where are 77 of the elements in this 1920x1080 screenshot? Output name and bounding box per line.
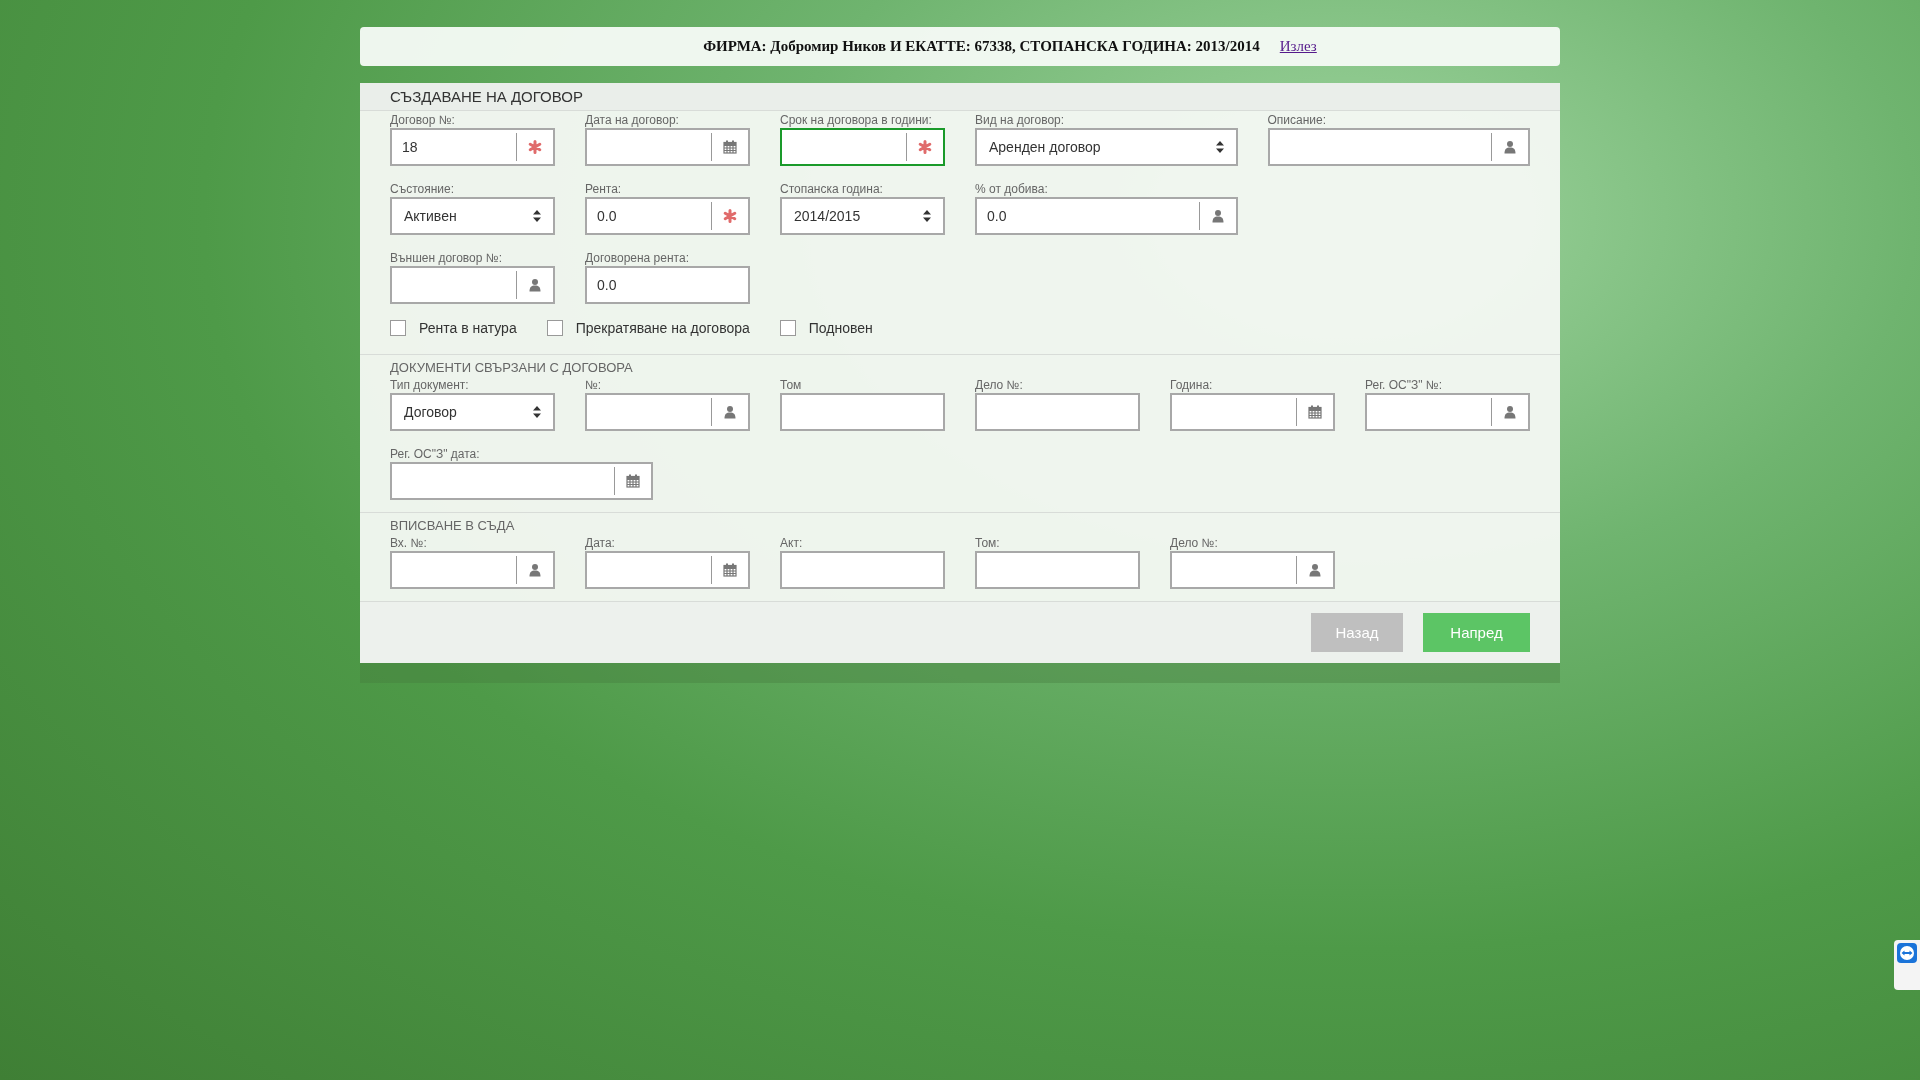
field-label: % от добива: bbox=[975, 182, 1049, 197]
calendar-icon bbox=[723, 563, 737, 577]
dropdown[interactable]: Договор bbox=[390, 393, 555, 431]
logout-link[interactable]: Излез bbox=[1279, 38, 1317, 55]
asterisk-icon bbox=[723, 209, 737, 223]
field-label: Договор №: bbox=[390, 113, 456, 128]
field-label: Вид на договор: bbox=[975, 113, 1066, 128]
calendar-icon bbox=[625, 474, 640, 488]
field-label: Вх. №: bbox=[390, 536, 428, 551]
checkbox[interactable] bbox=[546, 320, 563, 336]
field-label: Дело №: bbox=[1170, 536, 1219, 551]
user-icon bbox=[1503, 140, 1517, 154]
asterisk-icon bbox=[528, 140, 542, 154]
input-field[interactable] bbox=[390, 266, 555, 304]
dropdown[interactable]: Активен bbox=[390, 197, 555, 235]
user-icon bbox=[528, 563, 542, 577]
input-field[interactable] bbox=[1170, 393, 1335, 431]
field-label: Рег. ОС"З" дата: bbox=[390, 447, 481, 462]
input-field[interactable] bbox=[975, 393, 1140, 431]
field-label: Дата: bbox=[585, 536, 616, 551]
field-label: Състояние: bbox=[390, 182, 456, 197]
checkbox[interactable] bbox=[390, 320, 406, 336]
user-icon bbox=[1308, 563, 1322, 577]
section-heading: ВПИСВАНЕ В СЪДА bbox=[389, 517, 516, 534]
section-heading: ДОКУМЕНТИ СВЪРЗАНИ С ДОГОВОРА bbox=[389, 359, 634, 376]
input-field[interactable]: 0.0 bbox=[975, 197, 1238, 235]
dropdown[interactable]: 2014/2015 bbox=[780, 197, 945, 235]
remote-support-tab[interactable] bbox=[1894, 940, 1920, 990]
field-label: Срок на договора в години: bbox=[780, 113, 933, 128]
calendar-icon bbox=[723, 140, 737, 154]
input-field[interactable] bbox=[585, 551, 750, 589]
checkbox-label: Подновен bbox=[808, 320, 873, 336]
user-icon bbox=[528, 278, 542, 292]
input-field[interactable]: 18 bbox=[390, 128, 555, 166]
input-field[interactable] bbox=[390, 462, 653, 500]
input-field[interactable] bbox=[975, 551, 1140, 589]
asterisk-icon bbox=[918, 140, 932, 154]
input-field[interactable] bbox=[1267, 128, 1530, 166]
checkbox-label: Рента в натура bbox=[419, 320, 517, 336]
sort-caret-icon bbox=[923, 210, 931, 222]
checkbox-label: Прекратяване на договора bbox=[575, 320, 750, 336]
input-field[interactable]: 0.0 bbox=[585, 197, 750, 235]
user-icon bbox=[723, 405, 737, 419]
field-label: Договорена рента: bbox=[585, 251, 690, 266]
field-label: Година: bbox=[1170, 378, 1214, 393]
field-label: Тип документ: bbox=[390, 378, 470, 393]
company-info: ФИРМА: Добромир Ников И ЕКАТТЕ: 67338, СТОПАНСКА ГОДИНА: 2013/2014 bbox=[703, 38, 1260, 55]
input-field[interactable] bbox=[390, 551, 555, 589]
field-label: Рег. ОС"З" №: bbox=[1365, 378, 1444, 393]
sort-caret-icon bbox=[533, 210, 541, 222]
field-label: Дата на договор: bbox=[585, 113, 680, 128]
checkbox[interactable] bbox=[779, 320, 796, 336]
calendar-icon bbox=[1308, 405, 1322, 419]
sort-caret-icon bbox=[533, 406, 541, 418]
field-label: Рента: bbox=[585, 182, 623, 197]
input-field[interactable] bbox=[780, 551, 945, 589]
input-field[interactable] bbox=[780, 128, 945, 166]
field-label: Външен договор №: bbox=[390, 251, 503, 266]
user-icon bbox=[1503, 405, 1517, 419]
arrows-icon bbox=[1897, 943, 1917, 963]
form-title: СЪЗДАВАНЕ НА ДОГОВОР bbox=[360, 83, 1560, 111]
field-label: Акт: bbox=[780, 536, 804, 551]
input-field[interactable] bbox=[585, 393, 750, 431]
field-label: Том: bbox=[975, 536, 1001, 551]
input-field[interactable]: 0.0 bbox=[585, 266, 750, 304]
input-field[interactable] bbox=[1170, 551, 1335, 589]
input-field[interactable] bbox=[780, 393, 945, 431]
field-label: Описание: bbox=[1267, 113, 1328, 128]
user-icon bbox=[1210, 209, 1225, 223]
field-label: №: bbox=[585, 378, 603, 393]
field-label: Стопанска година: bbox=[780, 182, 884, 197]
dropdown[interactable]: Аренден договор bbox=[975, 128, 1238, 166]
input-field[interactable] bbox=[1365, 393, 1530, 431]
sort-caret-icon bbox=[1215, 141, 1224, 153]
input-field[interactable] bbox=[585, 128, 750, 166]
field-label: Дело №: bbox=[975, 378, 1024, 393]
field-label: Том bbox=[780, 378, 803, 393]
